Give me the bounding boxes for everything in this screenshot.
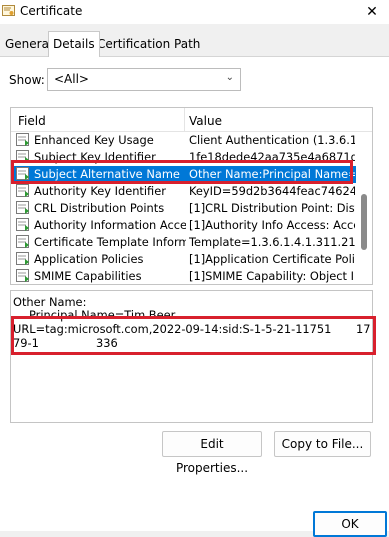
tab-details[interactable]: Details	[48, 31, 100, 57]
column-divider[interactable]	[184, 108, 185, 131]
field-name: Authority Information Access	[34, 218, 186, 232]
vertical-scrollbar[interactable]	[359, 132, 371, 284]
field-value: [1]Application Certificate Policy:...	[189, 252, 355, 266]
edit-properties-button[interactable]: Edit Properties...	[162, 431, 262, 475]
list-row[interactable]: Authority Information Access [1]Authorit…	[11, 217, 356, 234]
column-header-field[interactable]: Field	[18, 114, 46, 128]
field-name: Application Policies	[34, 252, 144, 266]
close-icon[interactable]: ✕	[358, 1, 386, 23]
field-name: SMIME Capabilities	[34, 269, 142, 283]
field-value: Client Authentication (1.3.6.1.5....	[189, 133, 355, 147]
field-value: KeyID=59d2b3644feac746244...	[189, 184, 355, 198]
certificate-icon	[2, 5, 15, 16]
title-bar: Certificate ✕	[0, 0, 389, 24]
field-detail-textbox[interactable]: Other Name: Principal Name=Tim.Beer URL=…	[10, 290, 373, 423]
ok-button[interactable]: OK	[313, 511, 387, 537]
show-dropdown[interactable]: <All> ⌄	[47, 68, 241, 91]
list-row[interactable]: Application Policies [1]Application Cert…	[11, 251, 356, 268]
highlight-box-selected-row	[11, 160, 353, 184]
field-value: [1]SMIME Capability: Object I...	[189, 269, 355, 283]
certificate-field-icon	[16, 184, 29, 197]
copy-to-file-button[interactable]: Copy to File...	[274, 431, 371, 457]
certificate-field-icon	[16, 218, 29, 231]
list-row[interactable]: Enhanced Key Usage Client Authentication…	[11, 132, 356, 149]
list-row[interactable]: Authority Key Identifier KeyID=59d2b3644…	[11, 183, 356, 200]
certificate-field-icon	[16, 269, 29, 282]
certificate-field-icon	[16, 133, 29, 146]
highlight-box-url	[11, 316, 376, 355]
list-row[interactable]: CRL Distribution Points [1]CRL Distribut…	[11, 200, 356, 217]
show-dropdown-value: <All>	[54, 72, 89, 86]
list-row[interactable]: Certificate Template Informa... Template…	[11, 234, 356, 251]
chevron-down-icon: ⌄	[225, 72, 234, 83]
fields-list[interactable]: Field Value Enhanced Key Usage Client Au…	[10, 107, 373, 285]
window-title: Certificate	[20, 4, 83, 18]
field-name: Certificate Template Informa...	[34, 235, 186, 249]
tab-certification-path[interactable]: Certification Path	[93, 33, 204, 55]
field-value: [1]CRL Distribution Point: Distri...	[189, 201, 355, 215]
field-name: CRL Distribution Points	[34, 201, 165, 215]
list-header: Field Value	[11, 108, 372, 132]
field-value: [1]Authority Info Access: Acces...	[189, 218, 355, 232]
column-header-value[interactable]: Value	[189, 114, 222, 128]
certificate-field-icon	[16, 252, 29, 265]
show-label: Show:	[9, 73, 45, 87]
tab-strip: General Details Certification Path	[0, 31, 389, 57]
list-row[interactable]: SMIME Capabilities [1]SMIME Capability: …	[11, 268, 356, 284]
field-value: Template=1.3.6.1.4.1.311.21.8...	[189, 235, 355, 249]
detail-line: Other Name:	[13, 295, 87, 309]
scrollbar-thumb[interactable]	[361, 194, 367, 250]
field-name: Authority Key Identifier	[34, 184, 166, 198]
certificate-field-icon	[16, 201, 29, 214]
field-name: Enhanced Key Usage	[34, 133, 154, 147]
certificate-field-icon	[16, 235, 29, 248]
